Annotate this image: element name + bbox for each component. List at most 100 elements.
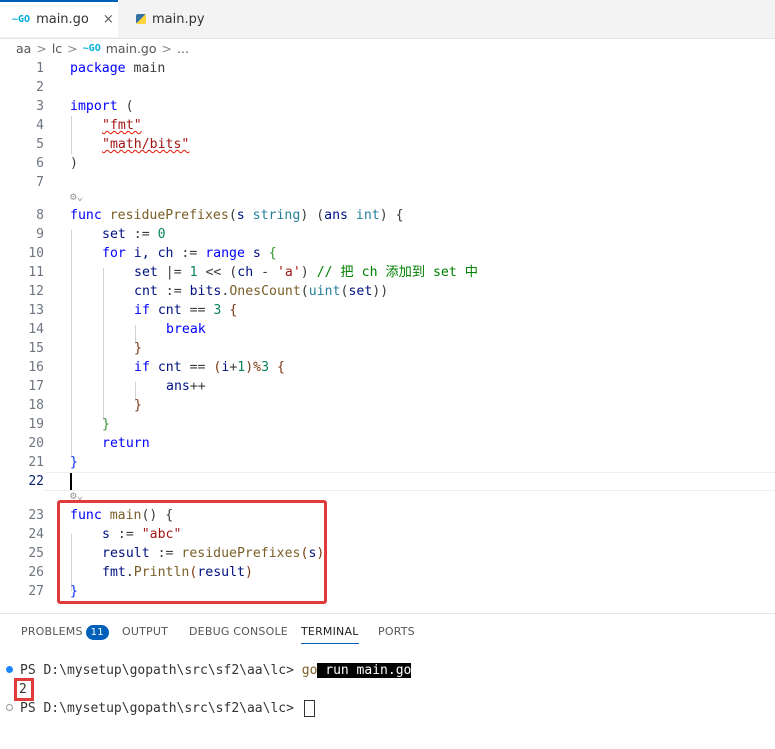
- line-number: 4: [36, 118, 44, 133]
- codelens-gear-icon[interactable]: ⚙⌄: [70, 187, 83, 206]
- code-token: uint: [308, 284, 341, 299]
- code-line: 8 func residuePrefixes(s string) (ans int…: [0, 206, 775, 225]
- code-line: 7: [0, 173, 775, 192]
- code-token: 1: [189, 265, 198, 280]
- tab-terminal[interactable]: TERMINAL: [301, 625, 359, 644]
- code-token: (: [117, 99, 134, 114]
- code-token: bits: [189, 284, 222, 299]
- tab-main-go[interactable]: ~GO main.go ×: [0, 0, 118, 37]
- go-file-icon: ~GO: [82, 43, 101, 54]
- code-token: ==: [181, 303, 214, 318]
- line-number: 23: [28, 508, 44, 523]
- code-token: residuePrefixes: [109, 208, 229, 223]
- code-token: 3: [261, 360, 270, 375]
- command-pending-dot-icon: [6, 704, 13, 711]
- python-file-icon: [136, 14, 146, 24]
- tab-label: main.py: [152, 11, 205, 27]
- code-token: ans: [166, 379, 190, 394]
- code-token: }: [70, 455, 78, 470]
- line-number: 15: [28, 341, 44, 356]
- line-number: 16: [28, 360, 44, 375]
- code-token: {: [268, 246, 277, 261]
- line-number: 8: [36, 208, 44, 223]
- tab-output[interactable]: OUTPUT: [122, 625, 168, 638]
- code-token: (: [228, 208, 237, 223]
- tab-label: main.go: [36, 12, 89, 27]
- code-token: ++: [189, 379, 206, 394]
- line-number: 17: [28, 379, 44, 394]
- breadcrumb-item-symbol[interactable]: ...: [177, 41, 189, 56]
- line-number: 1: [36, 61, 44, 76]
- code-token: i, ch: [125, 246, 174, 261]
- code-token: "fmt": [102, 118, 142, 133]
- code-token: package: [70, 61, 126, 76]
- code-token: -: [253, 265, 277, 280]
- line-number: 3: [36, 99, 44, 114]
- code-token: int: [355, 208, 380, 223]
- line-number: 5: [36, 137, 44, 152]
- code-token: cnt: [134, 284, 158, 299]
- line-number: 2: [36, 80, 44, 95]
- panel-tab-bar: PROBLEMS 11 OUTPUT DEBUG CONSOLE TERMINAL…: [0, 614, 775, 650]
- code-line: 16 if cnt == (i+1)%3 {: [0, 358, 775, 377]
- tab-main-py[interactable]: main.py: [136, 0, 205, 38]
- code-token: |=: [157, 265, 190, 280]
- code-token: )): [372, 284, 389, 299]
- terminal-line: PS D:\mysetup\gopath\src\sf2\aa\lc>: [20, 699, 315, 718]
- tab-problems[interactable]: PROBLEMS 11: [21, 625, 109, 640]
- terminal[interactable]: PS D:\mysetup\gopath\src\sf2\aa\lc> go r…: [0, 650, 775, 749]
- line-number: 24: [28, 527, 44, 542]
- line-number: 7: [36, 175, 44, 190]
- code-token: cnt: [149, 303, 182, 318]
- code-line: 18}: [0, 396, 775, 415]
- code-token: set: [348, 284, 373, 299]
- breadcrumb: aa > lc > ~GO main.go > ...: [0, 38, 775, 59]
- code-token: ) {: [379, 208, 404, 223]
- problems-count-badge: 11: [85, 625, 109, 640]
- code-token: ==: [181, 360, 214, 375]
- breadcrumb-item-lc[interactable]: lc: [52, 41, 62, 56]
- code-line: 20 return: [0, 434, 775, 453]
- code-line: 14 break: [0, 320, 775, 339]
- code-token: s: [236, 208, 245, 223]
- code-token: set: [134, 265, 158, 280]
- tab-debug-console[interactable]: DEBUG CONSOLE: [189, 625, 288, 638]
- code-line: 19}: [0, 415, 775, 434]
- line-number: 9: [36, 227, 44, 242]
- code-token: }: [134, 341, 142, 356]
- code-line: 5 "math/bits": [0, 135, 775, 154]
- code-line: 13 if cnt == 3 {: [0, 301, 775, 320]
- line-number: 20: [28, 436, 44, 451]
- code-token: if: [134, 303, 150, 318]
- tab-label: PROBLEMS: [21, 625, 83, 638]
- code-token: 'a': [276, 265, 301, 280]
- line-number: 27: [28, 584, 44, 599]
- code-line: 3 import (: [0, 97, 775, 116]
- code-line: 15}: [0, 339, 775, 358]
- breadcrumb-item-file[interactable]: main.go: [106, 41, 157, 56]
- code-token: func: [70, 208, 102, 223]
- code-token: s: [244, 246, 269, 261]
- breadcrumb-item-aa[interactable]: aa: [16, 41, 31, 56]
- code-line-current: 22: [0, 472, 775, 491]
- code-token: string: [252, 208, 301, 223]
- close-icon[interactable]: ×: [103, 12, 114, 27]
- code-line: 6): [0, 154, 775, 173]
- code-line: 11 set |= 1 << (ch - 'a') // 把 ch 添加到 set…: [0, 263, 775, 282]
- line-number: 21: [28, 455, 44, 470]
- code-comment: // 把 ch 添加到 set 中: [316, 265, 478, 280]
- editor-tab-bar: ~GO main.go × main.py: [0, 0, 775, 39]
- code-token: if: [134, 360, 150, 375]
- terminal-prompt: PS D:\mysetup\gopath\src\sf2\aa\lc>: [20, 701, 302, 716]
- code-token: {: [269, 360, 285, 375]
- breadcrumb-separator: >: [161, 41, 172, 56]
- code-line: 2: [0, 78, 775, 97]
- code-token: ch: [237, 265, 254, 280]
- code-line: 9 set := 0: [0, 225, 775, 244]
- tab-ports[interactable]: PORTS: [378, 625, 415, 638]
- code-token: set: [102, 227, 126, 242]
- code-token: (: [300, 284, 309, 299]
- line-number: 26: [28, 565, 44, 580]
- line-number: 12: [28, 284, 44, 299]
- terminal-prompt: PS D:\mysetup\gopath\src\sf2\aa\lc>: [20, 663, 302, 678]
